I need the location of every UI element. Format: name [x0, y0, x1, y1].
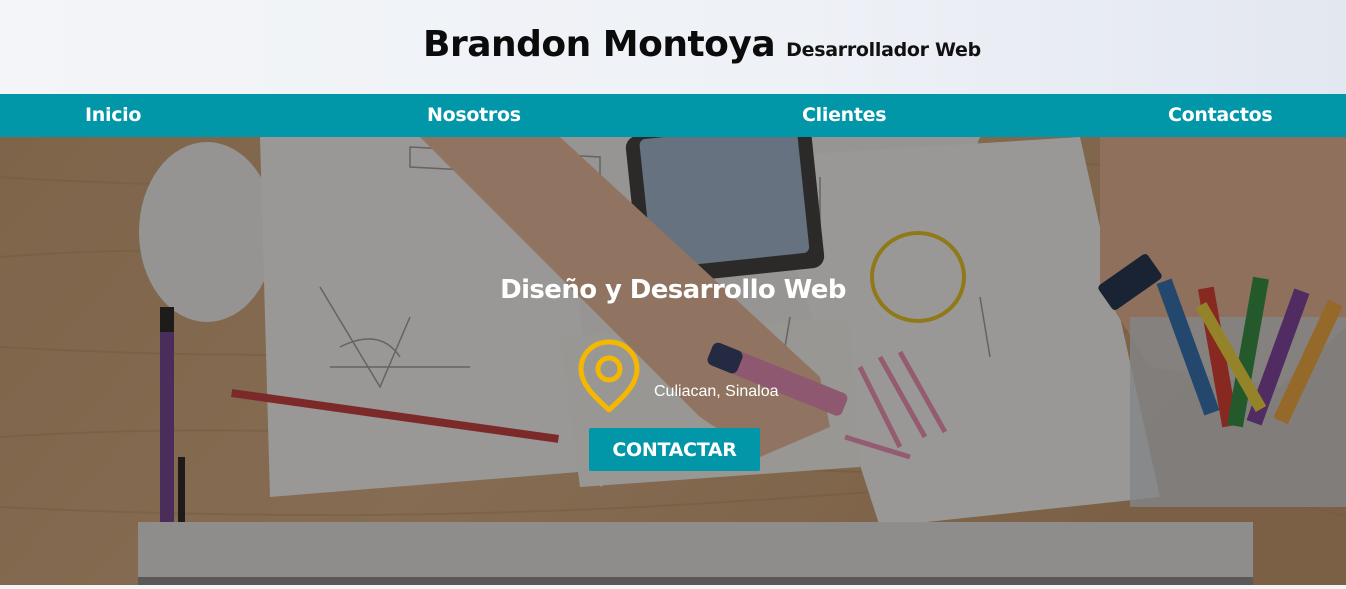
nav-item-contactos[interactable]: Contactos	[1168, 104, 1273, 126]
hero-title: Diseño y Desarrollo Web	[500, 275, 846, 305]
nav-item-inicio[interactable]: Inicio	[85, 104, 141, 126]
location-text: Culiacan, Sinaloa	[654, 383, 779, 400]
site-header: Brandon Montoya Desarrollador Web	[0, 0, 1346, 94]
main-nav: Inicio Nosotros Clientes Contactos	[0, 94, 1346, 137]
hero-overlay	[0, 137, 1346, 585]
bottom-divider	[0, 585, 1346, 589]
nav-item-nosotros[interactable]: Nosotros	[427, 104, 521, 126]
map-pin-icon	[576, 337, 642, 415]
brand-role: Desarrollador Web	[786, 39, 981, 61]
nav-item-clientes[interactable]: Clientes	[802, 104, 887, 126]
hero-section: Diseño y Desarrollo Web Culiacan, Sinalo…	[0, 137, 1346, 585]
brand-name: Brandon Montoya	[423, 24, 776, 65]
contact-button[interactable]: CONTACTAR	[589, 428, 760, 471]
brand: Brandon Montoya Desarrollador Web	[423, 24, 981, 65]
